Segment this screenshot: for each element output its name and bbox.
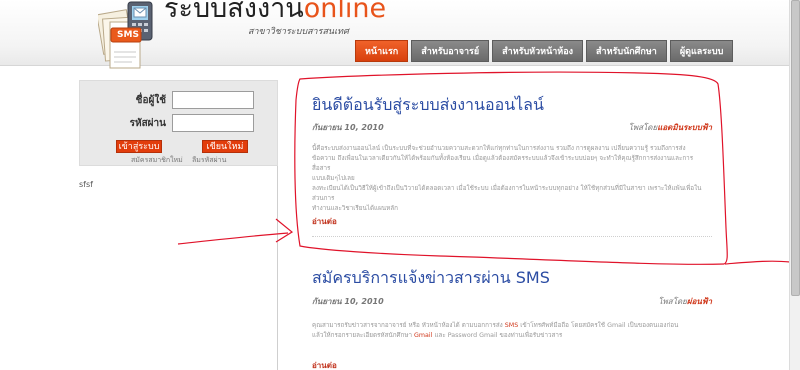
- post-body-text: คุณสามารถรับข่าวสารจากอาจารย์ หรือ หัวหน…: [312, 322, 503, 329]
- read-more-link[interactable]: อ่านต่อ: [312, 359, 337, 370]
- post-title[interactable]: ยินดีต้อนรับสู่ระบบส่งงานออนไลน์: [312, 93, 544, 118]
- post-body-line: แล้วให้กรอกรายละเอียดรหัสนักศึกษา Gmail …: [312, 331, 710, 341]
- post-author: โพสโดยแอดมินระบบฟ้า: [629, 121, 712, 134]
- post-welcome: ยินดีต้อนรับสู่ระบบส่งงานออนไลน์ กันยายน…: [312, 93, 712, 243]
- site-title[interactable]: ระบบส่งงานonline: [164, 0, 386, 26]
- post-body-text: และ Password Gmail ของท่านเพื่อรับข่าวสา…: [434, 332, 563, 339]
- post-body: คุณสามารถรับข่าวสารจากอาจารย์ หรือ หัวหน…: [312, 321, 710, 341]
- site-title-main: ระบบส่งงาน: [164, 0, 304, 24]
- scrollbar[interactable]: [789, 0, 800, 370]
- site-title-accent: online: [303, 0, 387, 24]
- post-author-prefix: โพสโดย: [658, 297, 687, 306]
- post-sms-service: สมัครบริการแจ้งข่าวสารผ่าน SMS กันยายน 1…: [312, 266, 712, 370]
- post-body-line: นี้คือระบบส่งงานออนไลน์ เป็นระบบที่จะช่ว…: [312, 145, 686, 152]
- post-body-highlight: Gmail: [414, 332, 433, 339]
- annotation-tail: [724, 260, 791, 265]
- post-author-name[interactable]: ผ่อนฟ้า: [687, 297, 712, 306]
- post-body-text: เข้าโทรศัพท์มือถือ โดยสมัครใช้ Gmail เป็…: [520, 322, 679, 329]
- post-author-name[interactable]: แอดมินระบบฟ้า: [657, 123, 712, 132]
- clear-button[interactable]: เขียนใหม่: [202, 140, 248, 153]
- sidebar: ชื่อผู้ใช้ รหัสผ่าน เข้าสู่ระบบ เขียนใหม…: [79, 80, 278, 370]
- nav-home[interactable]: หน้าแรก: [355, 40, 409, 62]
- post-date: กันยายน 10, 2010: [312, 123, 384, 132]
- nav-teachers[interactable]: สำหรับอาจารย์: [411, 40, 490, 62]
- post-body-line: ข้อความ ถึงเพื่อนในเวลาเดียวกันให้ได้พร้…: [312, 155, 694, 172]
- logo-badge-text: SMS: [117, 30, 139, 40]
- username-label: ชื่อผู้ใช้: [135, 95, 166, 106]
- post-divider: [312, 236, 712, 237]
- post-body-highlight: SMS: [504, 322, 519, 329]
- post-title[interactable]: สมัครบริการแจ้งข่าวสารผ่าน SMS: [312, 266, 550, 291]
- site-header: SMS ระบบส่งงานonline สาขาวิชาระบบสารสนเท…: [0, 0, 800, 69]
- post-body-line: ทำงานและวิชาเรียนได้แผนหลัก: [312, 205, 398, 212]
- post-body-line: คุณสามารถรับข่าวสารจากอาจารย์ หรือ หัวหน…: [312, 321, 710, 331]
- main-nav: หน้าแรก สำหรับอาจารย์ สำหรับหัวหน้าห้อง …: [355, 40, 736, 62]
- post-body-line: ลงทะเบียนได้เป็นวิธีให้ผู้เข้าถึงเป็นวิว…: [312, 185, 702, 202]
- nav-class-leaders[interactable]: สำหรับหัวหน้าห้อง: [492, 40, 584, 62]
- password-label: รหัสผ่าน: [129, 118, 166, 129]
- post-body: นี้คือระบบส่งงานออนไลน์ เป็นระบบที่จะช่ว…: [312, 144, 710, 214]
- site-subtitle: สาขาวิชาระบบสารสนเทศ: [248, 27, 349, 37]
- sidebar-text: sfsf: [79, 180, 93, 189]
- post-author-prefix: โพสโดย: [628, 123, 658, 132]
- annotation-arrowhead: [275, 218, 294, 243]
- login-form: ชื่อผู้ใช้ รหัสผ่าน เข้าสู่ระบบ เขียนใหม…: [79, 80, 278, 166]
- username-input[interactable]: [172, 91, 254, 109]
- post-body-text: แล้วให้กรอกรายละเอียดรหัสนักศึกษา: [312, 332, 413, 339]
- post-body-line: แบบเดิมๆไปเลย: [312, 175, 355, 182]
- read-more-link[interactable]: อ่านต่อ: [312, 215, 337, 228]
- nav-admin[interactable]: ผู้ดูแลระบบ: [669, 40, 734, 62]
- signup-link[interactable]: สมัครสมาชิกใหม่: [131, 155, 183, 166]
- forgot-password-link[interactable]: ลืมรหัสผ่าน: [192, 155, 226, 166]
- scrollbar-thumb[interactable]: [791, 0, 800, 296]
- post-date: กันยายน 10, 2010: [312, 297, 384, 306]
- nav-students[interactable]: สำหรับนักศึกษา: [586, 40, 667, 62]
- post-author: โพสโดยผ่อนฟ้า: [658, 295, 712, 308]
- login-button[interactable]: เข้าสู่ระบบ: [116, 140, 162, 153]
- password-input[interactable]: [172, 114, 254, 132]
